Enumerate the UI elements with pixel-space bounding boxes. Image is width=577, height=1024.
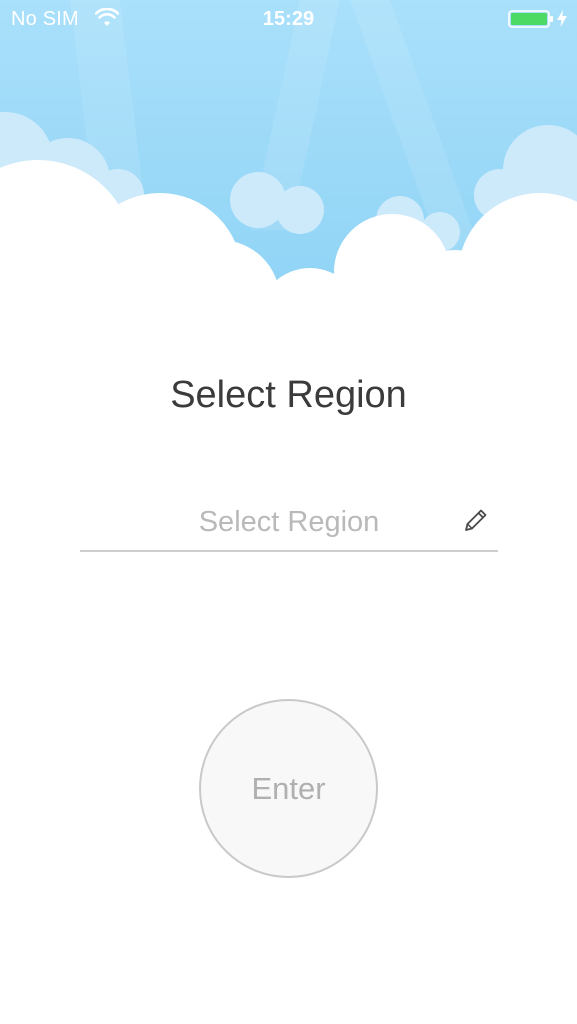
page-title: Select Region — [170, 374, 407, 416]
lightning-bolt-icon — [557, 10, 567, 27]
status-bar: No SIM 15:29 — [0, 0, 577, 40]
pencil-icon[interactable] — [462, 506, 490, 534]
sky-clouds-illustration — [0, 0, 577, 310]
enter-button[interactable]: Enter — [199, 699, 378, 878]
region-field — [80, 494, 498, 552]
region-input[interactable] — [80, 498, 498, 546]
status-time: 15:29 — [262, 8, 315, 30]
select-region-screen: No SIM 15:29 Select Region Enter — [0, 0, 577, 1024]
battery-icon — [508, 10, 553, 28]
